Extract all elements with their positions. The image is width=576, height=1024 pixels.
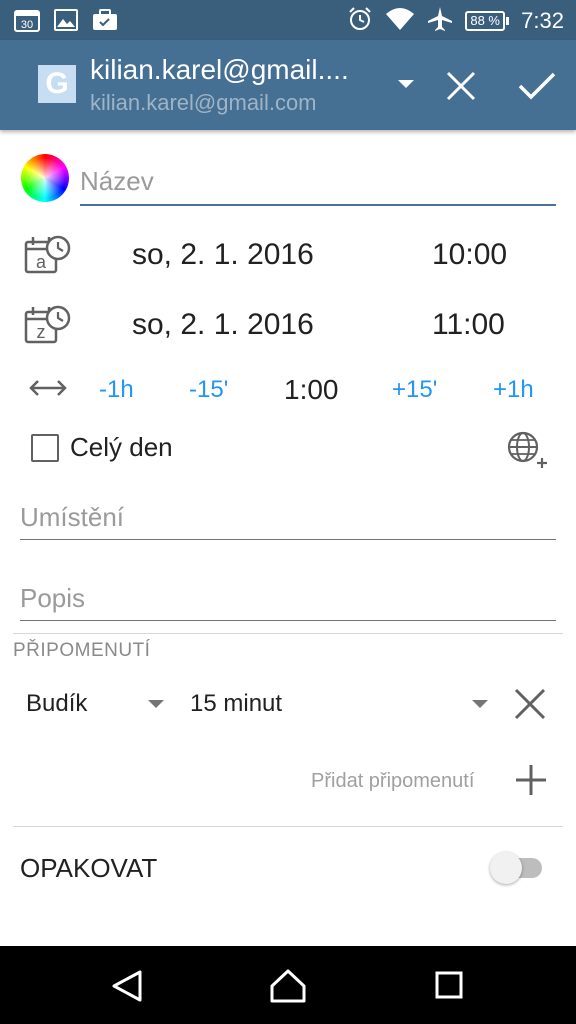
close-button[interactable] <box>437 62 485 110</box>
duration-arrows-icon <box>28 378 68 398</box>
google-account-logo: G <box>38 65 76 103</box>
home-icon <box>270 969 306 1003</box>
plus-icon <box>516 765 546 795</box>
title-input[interactable]: Název <box>80 160 556 206</box>
battery-icon: 88 % <box>465 11 510 31</box>
all-day-label[interactable]: Celý den <box>70 432 173 463</box>
start-time[interactable]: 10:00 <box>432 238 507 272</box>
start-date[interactable]: so, 2. 1. 2016 <box>132 238 314 272</box>
svg-text:z: z <box>37 322 46 342</box>
close-icon <box>446 71 476 101</box>
duration-value: 1:00 <box>284 374 339 405</box>
airplane-icon <box>427 6 453 36</box>
close-icon <box>514 688 546 720</box>
location-input[interactable]: Umístění <box>20 502 556 540</box>
svg-text:30: 30 <box>21 19 33 31</box>
alarm-icon <box>347 6 373 36</box>
reminder-time-dropdown-icon[interactable] <box>472 700 488 708</box>
reminders-header: PŘIPOMENUTÍ <box>13 640 151 661</box>
duration-minus-15-button[interactable]: -15' <box>189 376 228 404</box>
description-input[interactable]: Popis <box>20 583 556 621</box>
repeat-toggle[interactable] <box>490 852 544 884</box>
divider <box>13 826 563 827</box>
duration-plus-1h-button[interactable]: +1h <box>493 376 534 404</box>
check-icon <box>518 72 556 100</box>
divider <box>13 633 563 634</box>
calendar-icon: 30 <box>14 8 40 36</box>
add-reminder-button[interactable] <box>514 763 548 797</box>
repeat-label: OPAKOVAT <box>20 853 158 883</box>
toggle-thumb <box>490 852 522 884</box>
status-bar: 30 88 % 7:32 <box>0 0 576 40</box>
duration-plus-15-button[interactable]: +15' <box>392 376 437 404</box>
end-time[interactable]: 11:00 <box>432 308 505 342</box>
navigation-bar <box>0 946 576 1024</box>
reminder-type-dropdown-icon[interactable] <box>148 700 164 708</box>
wifi-icon <box>385 6 415 36</box>
back-button[interactable] <box>108 966 148 1006</box>
account-email: kilian.karel@gmail.com <box>90 90 317 115</box>
save-button[interactable] <box>513 62 561 110</box>
app-bar: G kilian.karel@gmail.... kilian.karel@gm… <box>0 40 576 130</box>
back-icon <box>112 970 142 1002</box>
color-picker-button[interactable] <box>21 154 69 202</box>
recents-button[interactable] <box>430 966 470 1006</box>
dropdown-icon[interactable] <box>398 80 414 88</box>
duration-minus-1h-button[interactable]: -1h <box>99 376 134 404</box>
all-day-checkbox[interactable] <box>31 434 59 462</box>
briefcase-icon <box>92 9 118 35</box>
add-reminder-label[interactable]: Přidat připomenutí <box>311 770 474 793</box>
system-icons: 88 % 7:32 <box>347 6 564 36</box>
recents-icon <box>435 971 463 999</box>
start-date-icon: a <box>24 234 72 280</box>
reminder-time-select[interactable]: 15 minut <box>190 690 282 718</box>
edit-event-screen: 30 88 % 7:32 G kilian.karel@gmail.... ki… <box>0 0 576 1024</box>
svg-text:a: a <box>36 252 47 272</box>
reminder-type-select[interactable]: Budík <box>26 690 87 718</box>
clock: 7:32 <box>521 8 564 33</box>
remove-reminder-button[interactable] <box>512 686 548 722</box>
notification-icons: 30 <box>14 8 118 36</box>
timezone-globe-icon[interactable] <box>506 430 550 470</box>
end-date[interactable]: so, 2. 1. 2016 <box>132 308 314 342</box>
battery-percent: 88 % <box>465 11 506 31</box>
account-name[interactable]: kilian.karel@gmail.... <box>90 54 349 86</box>
image-icon <box>54 9 78 35</box>
home-button[interactable] <box>268 966 308 1006</box>
end-date-icon: z <box>24 304 72 350</box>
